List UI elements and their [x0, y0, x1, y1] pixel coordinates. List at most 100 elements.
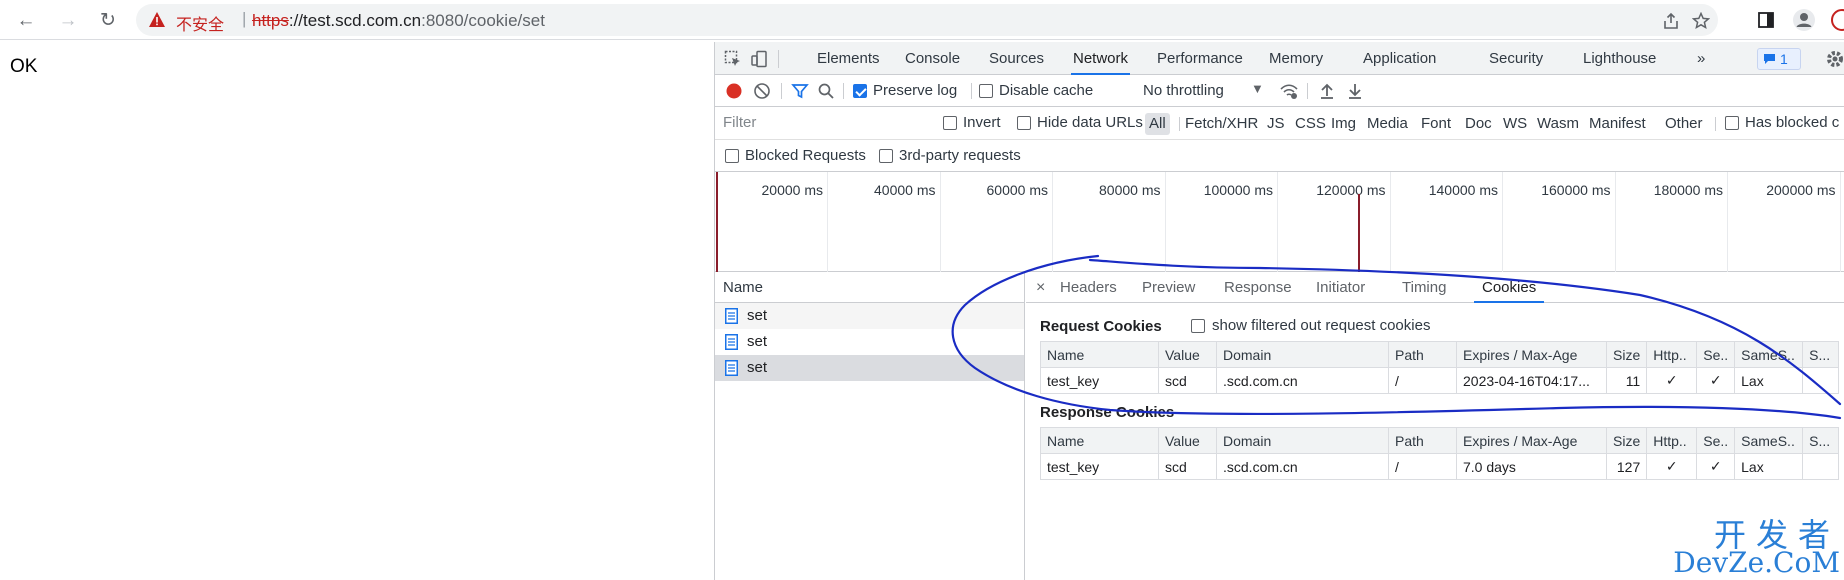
column-header-sameparty[interactable]: S... — [1802, 341, 1840, 368]
type-filter-fetch-xhr[interactable]: Fetch/XHR — [1185, 113, 1258, 135]
filter-funnel-icon[interactable] — [791, 82, 809, 100]
details-tab-bar: × Headers Preview Response Initiator Tim… — [1026, 273, 1844, 303]
tab-console[interactable]: Console — [905, 42, 960, 75]
column-header-domain[interactable]: Domain — [1216, 341, 1389, 368]
tab-sources[interactable]: Sources — [989, 42, 1044, 75]
disable-cache-label: Disable cache — [999, 82, 1094, 99]
search-icon[interactable] — [817, 82, 835, 100]
request-name: set — [747, 333, 768, 350]
cookie-cell-httponly: ✓ — [1646, 453, 1698, 480]
column-header-expires[interactable]: Expires / Max-Age — [1456, 341, 1607, 368]
not-secure-label[interactable]: 不安全 — [176, 11, 224, 35]
column-header-samesite[interactable]: SameS.. — [1734, 427, 1804, 454]
column-header-value[interactable]: Value — [1158, 427, 1217, 454]
type-filter-media[interactable]: Media — [1367, 113, 1408, 135]
tab-elements[interactable]: Elements — [817, 42, 880, 75]
request-list-header-name[interactable]: Name — [715, 273, 1024, 303]
reload-icon[interactable]: ↻ — [94, 6, 122, 34]
type-filter-all[interactable]: All — [1145, 113, 1170, 135]
tab-lighthouse[interactable]: Lighthouse — [1583, 42, 1656, 75]
filter-input[interactable]: Filter — [721, 112, 925, 134]
request-row[interactable]: set — [715, 303, 1024, 329]
throttling-select[interactable]: No throttling — [1143, 82, 1224, 99]
export-har-icon[interactable] — [1347, 82, 1363, 100]
cookie-cell-value: scd — [1158, 367, 1217, 394]
column-header-sameparty[interactable]: S... — [1802, 427, 1840, 454]
network-timeline-overview[interactable]: 20000 ms 40000 ms 60000 ms 80000 ms 100000 m… — [715, 172, 1844, 272]
clear-icon[interactable] — [753, 82, 771, 100]
device-toolbar-icon[interactable] — [749, 49, 769, 69]
tab-network[interactable]: Network — [1071, 42, 1131, 75]
filter-bar: Filter Invert Hide data URLs All Fetch/X… — [715, 107, 1844, 140]
cookie-cell-path: / — [1388, 367, 1457, 394]
forward-arrow-icon[interactable]: → — [54, 6, 82, 34]
request-row[interactable]: set — [715, 329, 1024, 355]
profile-avatar-icon[interactable] — [1790, 6, 1818, 34]
column-header-secure[interactable]: Se.. — [1696, 427, 1736, 454]
show-filtered-cookies-label: show filtered out request cookies — [1212, 317, 1431, 334]
throttling-dropdown-icon[interactable]: ▼ — [1251, 81, 1264, 96]
column-header-samesite[interactable]: SameS.. — [1734, 341, 1804, 368]
import-har-icon[interactable] — [1319, 82, 1335, 100]
type-filter-doc[interactable]: Doc — [1465, 113, 1492, 135]
details-tab-preview[interactable]: Preview — [1142, 273, 1195, 303]
network-conditions-icon[interactable] — [1279, 82, 1299, 100]
filter-separator — [1715, 117, 1716, 131]
close-details-icon[interactable]: × — [1036, 273, 1045, 303]
tab-security[interactable]: Security — [1489, 42, 1543, 75]
type-filter-other[interactable]: Other — [1665, 113, 1703, 135]
type-filter-font[interactable]: Font — [1421, 113, 1451, 135]
column-header-name[interactable]: Name — [1040, 427, 1159, 454]
column-header-value[interactable]: Value — [1158, 341, 1217, 368]
inspect-element-icon[interactable] — [723, 49, 743, 69]
details-tab-headers[interactable]: Headers — [1060, 273, 1117, 303]
address-bar[interactable]: 不安全 | https://test.scd.com.cn:8080/cooki… — [136, 4, 1718, 36]
column-header-name[interactable]: Name — [1040, 341, 1159, 368]
type-filter-js[interactable]: JS — [1267, 113, 1285, 135]
column-header-httponly[interactable]: Http.. — [1646, 427, 1698, 454]
issues-badge[interactable]: 1 — [1757, 48, 1801, 70]
tab-memory[interactable]: Memory — [1269, 42, 1323, 75]
details-tab-initiator[interactable]: Initiator — [1316, 273, 1365, 303]
type-filter-css[interactable]: CSS — [1295, 113, 1326, 135]
type-filter-ws[interactable]: WS — [1503, 113, 1527, 135]
request-name: set — [747, 359, 768, 376]
tab-performance[interactable]: Performance — [1157, 42, 1243, 75]
tab-application[interactable]: Application — [1363, 42, 1436, 75]
column-header-size[interactable]: Size — [1605, 427, 1648, 454]
menu-badge-icon[interactable] — [1826, 6, 1844, 34]
settings-gear-icon[interactable] — [1825, 49, 1844, 69]
timeline-tick-label: 100000 ms — [1203, 182, 1273, 198]
share-icon[interactable] — [1660, 10, 1682, 32]
column-header-path[interactable]: Path — [1388, 427, 1457, 454]
cookie-row[interactable]: test_key scd .scd.com.cn/2023-04-16T04:17.… — [1040, 367, 1840, 394]
side-panel-icon[interactable] — [1752, 6, 1780, 34]
hide-data-urls-checkbox[interactable] — [1017, 116, 1031, 130]
details-tab-response[interactable]: Response — [1224, 273, 1292, 303]
column-header-domain[interactable]: Domain — [1216, 427, 1389, 454]
cookie-row[interactable]: test_key scd .scd.com.cn/7.0 days 127 ✓ ✓ Lax — [1040, 453, 1840, 480]
type-filter-manifest[interactable]: Manifest — [1589, 113, 1646, 135]
more-tabs-chevron-icon[interactable]: » — [1697, 42, 1705, 75]
third-party-requests-checkbox[interactable] — [879, 149, 893, 163]
column-header-size[interactable]: Size — [1605, 341, 1648, 368]
disable-cache-checkbox[interactable] — [979, 84, 993, 98]
details-tab-timing[interactable]: Timing — [1402, 273, 1446, 303]
back-arrow-icon[interactable]: ← — [12, 6, 40, 34]
type-filter-wasm[interactable]: Wasm — [1537, 113, 1579, 135]
invert-checkbox[interactable] — [943, 116, 957, 130]
blocked-requests-checkbox[interactable] — [725, 149, 739, 163]
column-header-secure[interactable]: Se.. — [1696, 341, 1736, 368]
request-row-selected[interactable]: set — [715, 355, 1024, 381]
show-filtered-cookies-checkbox[interactable] — [1191, 319, 1205, 333]
column-header-expires[interactable]: Expires / Max-Age — [1456, 427, 1607, 454]
preserve-log-checkbox[interactable] — [853, 84, 867, 98]
url-text[interactable]: https://test.scd.com.cn:8080/cookie/set — [252, 11, 545, 31]
record-icon[interactable] — [725, 82, 743, 100]
type-filter-img[interactable]: Img — [1331, 113, 1356, 135]
details-tab-cookies[interactable]: Cookies — [1474, 273, 1545, 303]
bookmark-star-icon[interactable] — [1690, 10, 1712, 32]
column-header-httponly[interactable]: Http.. — [1646, 341, 1698, 368]
column-header-path[interactable]: Path — [1388, 341, 1457, 368]
has-blocked-cookies-checkbox[interactable] — [1725, 116, 1739, 130]
